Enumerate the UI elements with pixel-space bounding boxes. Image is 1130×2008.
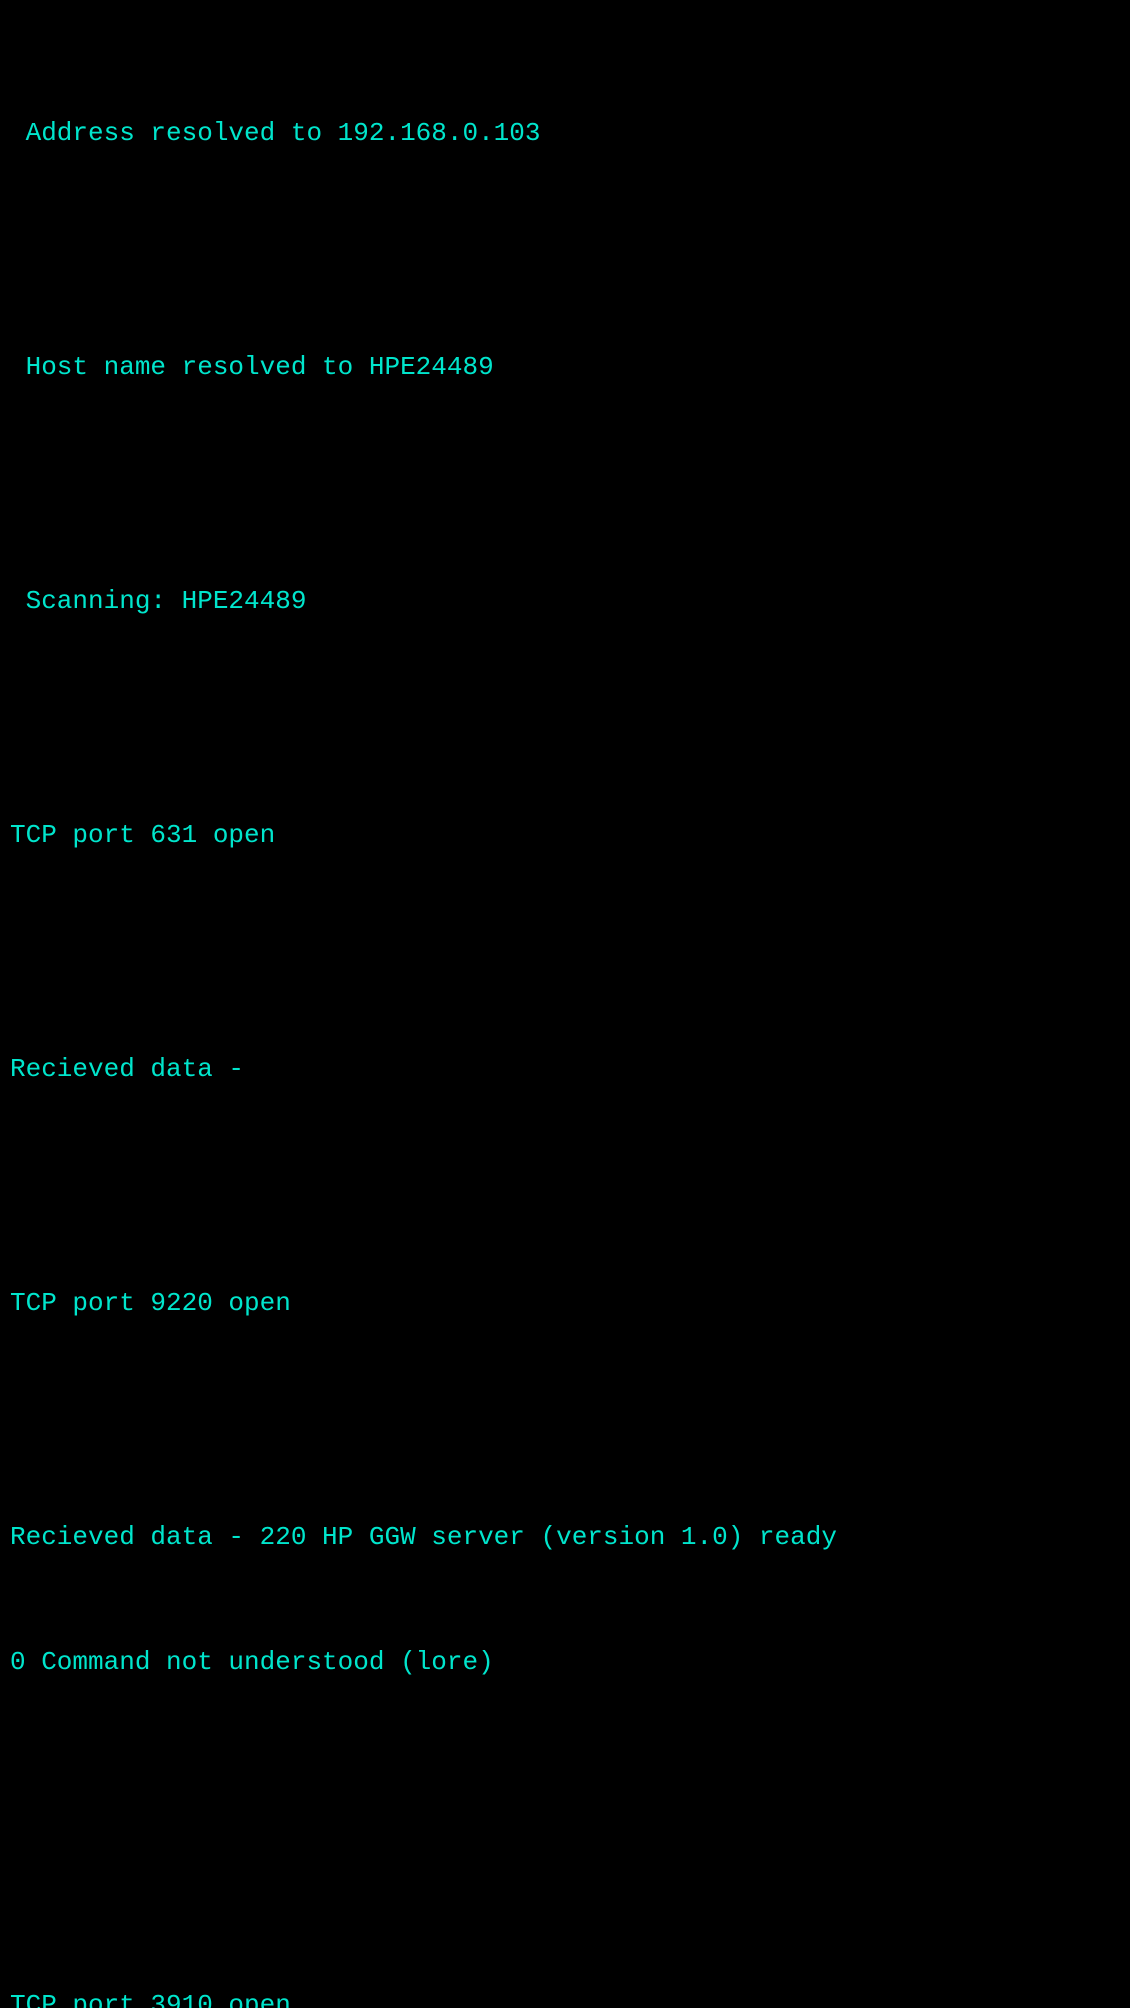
blank-7: [10, 1767, 1120, 1793]
blank-3: [10, 706, 1120, 732]
terminal-line-3: Scanning: HPE24489: [10, 581, 1120, 623]
terminal-line-8: 0 Command not understood (lore): [10, 1642, 1120, 1684]
terminal-line-10: TCP port 3910 open: [10, 1985, 1120, 2008]
terminal-line-1: Address resolved to 192.168.0.103: [10, 113, 1120, 155]
blank-1: [10, 238, 1120, 264]
blank-8: [10, 1876, 1120, 1902]
blank-2: [10, 472, 1120, 498]
terminal-line-2: Host name resolved to HPE24489: [10, 347, 1120, 389]
blank-6: [10, 1408, 1120, 1434]
terminal-output: Address resolved to 192.168.0.103 Host n…: [0, 0, 1130, 1004]
terminal-line-5: Recieved data -: [10, 1049, 1120, 1091]
terminal-line-4: TCP port 631 open: [10, 815, 1120, 857]
terminal-line-6: TCP port 9220 open: [10, 1283, 1120, 1325]
terminal-line-7: Recieved data - 220 HP GGW server (versi…: [10, 1517, 1120, 1559]
blank-4: [10, 940, 1120, 966]
blank-5: [10, 1174, 1120, 1200]
